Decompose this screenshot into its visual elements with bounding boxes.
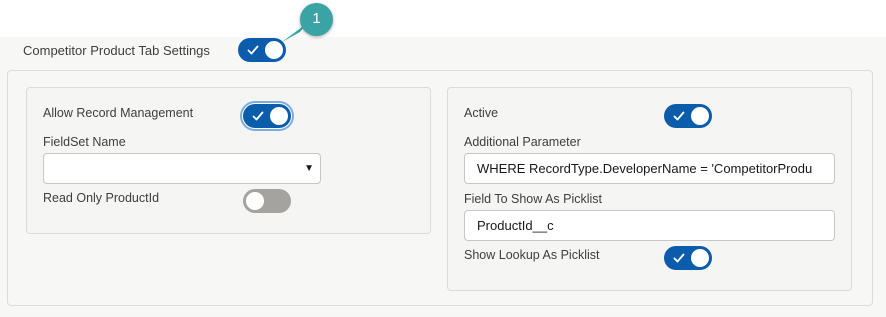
additional-parameter-input[interactable]: WHERE RecordType.DeveloperName = 'Compet…	[464, 153, 835, 184]
read-only-product-id-toggle[interactable]	[243, 189, 291, 213]
additional-parameter-label: Additional Parameter	[464, 135, 581, 149]
allow-record-management-label: Allow Record Management	[43, 106, 194, 120]
active-toggle[interactable]	[664, 104, 712, 128]
read-only-product-id-label: Read Only ProductId	[43, 191, 160, 205]
field-to-show-input[interactable]: ProductId__c	[464, 210, 835, 241]
check-icon	[247, 45, 259, 55]
toggle-knob	[270, 107, 288, 125]
check-icon	[252, 111, 264, 121]
callout-badge: 1	[300, 3, 333, 36]
active-label: Active	[464, 106, 499, 120]
check-icon	[673, 253, 685, 263]
tab-settings-label: Competitor Product Tab Settings	[23, 43, 210, 58]
show-lookup-label: Show Lookup As Picklist	[464, 248, 600, 262]
fieldset-name-select[interactable]: ▼	[43, 153, 321, 184]
chevron-down-icon: ▼	[304, 163, 314, 174]
toggle-knob	[691, 249, 709, 267]
allow-record-management-toggle[interactable]	[243, 104, 291, 128]
toggle-knob	[246, 192, 264, 210]
field-to-show-label: Field To Show As Picklist	[464, 192, 603, 206]
toggle-knob	[691, 107, 709, 125]
fieldset-name-label: FieldSet Name	[43, 135, 126, 149]
check-icon	[673, 111, 685, 121]
show-lookup-toggle[interactable]	[664, 246, 712, 270]
